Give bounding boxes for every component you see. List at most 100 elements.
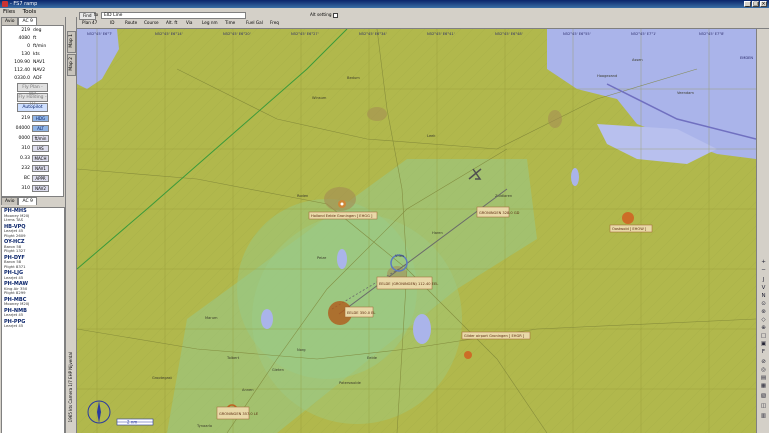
svg-text:N52°45' E6°34': N52°45' E6°34' bbox=[359, 32, 387, 36]
alt-setting-checkbox[interactable] bbox=[332, 12, 338, 18]
ias-button[interactable]: IAS bbox=[32, 144, 49, 152]
vs-button[interactable]: ft/min bbox=[32, 134, 49, 142]
lake-small bbox=[413, 314, 431, 344]
col-leg[interactable]: Leg nm bbox=[199, 20, 221, 26]
list-item[interactable]: OY-HCZ Baron 58 Plight 1327 bbox=[2, 239, 64, 255]
list-tab-avio[interactable]: Avio bbox=[1, 197, 19, 205]
ap-vs-row: 0000 ft/min bbox=[2, 133, 63, 143]
layer-toggle-icon[interactable]: ▧ bbox=[760, 393, 767, 400]
list-item[interactable]: PH-LJG Learjet 45 bbox=[2, 270, 64, 281]
menu-tools[interactable]: Tools bbox=[20, 8, 40, 17]
map-view[interactable]: 2 nm N52°45' E6°7' N52°45' E6°14' N52°45… bbox=[77, 29, 756, 433]
menu-files[interactable]: Files bbox=[0, 8, 18, 17]
svg-text:Marum: Marum bbox=[205, 316, 218, 320]
svg-text:Winsum: Winsum bbox=[312, 96, 327, 100]
ap-hdg-row: 219 HDG bbox=[2, 113, 63, 123]
svg-text:Assen: Assen bbox=[632, 58, 643, 62]
layer-toggle-icon[interactable]: ⊕ bbox=[760, 325, 767, 332]
autopilot-button[interactable]: Autopilot bbox=[17, 103, 48, 112]
hdg-button[interactable]: HDG bbox=[32, 114, 49, 122]
ap-nav2-row: 310 NAV2 bbox=[2, 183, 63, 193]
layer-toggle-icon[interactable]: ▣ bbox=[760, 341, 767, 348]
mach-button[interactable]: MACH bbox=[32, 154, 49, 162]
tab-map-2[interactable]: Map 2 bbox=[67, 54, 76, 76]
layer-toggle-icon[interactable]: F bbox=[760, 349, 767, 356]
svg-text:Haren: Haren bbox=[432, 231, 443, 235]
fly-plan-button[interactable]: Fly Plan - WP bbox=[17, 83, 48, 97]
town-area bbox=[548, 110, 562, 128]
airport-icon[interactable] bbox=[622, 212, 634, 224]
list-item[interactable]: PH-MHS Mooney M20J Ltrms TAS bbox=[2, 208, 64, 224]
svg-text:N52°45' E6°7': N52°45' E6°7' bbox=[87, 32, 112, 36]
list-item[interactable]: PH-DYF Baron 58 Plight 8371 bbox=[2, 255, 64, 271]
ap-alt-row: 04000 ALT bbox=[2, 123, 63, 133]
aircraft-list[interactable]: PH-MHS Mooney M20J Ltrms TAS HB-VPQ Learjet… bbox=[1, 207, 65, 433]
list-item[interactable]: PH-MBC Mooney M20J bbox=[2, 297, 64, 308]
plan-value: 47 bbox=[92, 20, 98, 25]
layer-toggle-icon[interactable]: J bbox=[760, 277, 767, 284]
col-route[interactable]: Route bbox=[122, 20, 140, 26]
zoom-in-icon[interactable]: + bbox=[760, 259, 767, 266]
layer-toggle-icon[interactable]: ▦ bbox=[760, 383, 767, 390]
svg-text:N52°45' E6°55': N52°45' E6°55' bbox=[563, 32, 591, 36]
close-icon[interactable]: × bbox=[760, 1, 767, 7]
col-via[interactable]: Via bbox=[183, 20, 196, 26]
col-id[interactable]: ID bbox=[107, 20, 117, 26]
svg-text:Zuidlaren: Zuidlaren bbox=[495, 194, 512, 198]
list-item[interactable]: PH-MAW King Air 350 Plight 8299 bbox=[2, 281, 64, 297]
eid-line-input[interactable]: EID Line bbox=[101, 12, 246, 19]
svg-text:Annen: Annen bbox=[242, 388, 254, 392]
list-tabs: Avio AC 9 bbox=[0, 197, 37, 205]
svg-text:N52°45' E6°48': N52°45' E6°48' bbox=[495, 32, 523, 36]
zoom-out-icon[interactable]: − bbox=[760, 267, 767, 274]
list-item[interactable]: PH-NMB Learjet 45 bbox=[2, 308, 64, 319]
oostwold-label: Oostwold [ EHOW ] bbox=[612, 227, 647, 231]
layer-toggle-icon[interactable]: ▤ bbox=[760, 375, 767, 382]
heading-row: 219 deg bbox=[21, 27, 42, 33]
layer-toggle-icon[interactable]: ◎ bbox=[760, 367, 767, 374]
col-fuel[interactable]: Fuel Gal bbox=[243, 20, 266, 26]
layer-toggle-icon[interactable]: ⊛ bbox=[760, 309, 767, 316]
map-canvas[interactable]: 2 nm N52°45' E6°7' N52°45' E6°14' N52°45… bbox=[77, 29, 756, 433]
nav1-button[interactable]: NAV1 bbox=[32, 164, 49, 172]
appr-button[interactable]: APPR bbox=[32, 174, 49, 182]
col-freq[interactable]: Freq bbox=[267, 20, 282, 26]
tab-ac[interactable]: AC 9 bbox=[18, 17, 37, 25]
tab-map-1[interactable]: Map 1 bbox=[67, 31, 76, 53]
layer-toggle-icon[interactable]: V bbox=[760, 285, 767, 292]
altitude-row: 4080 ft bbox=[18, 35, 37, 41]
svg-text:Eelde: Eelde bbox=[367, 356, 378, 360]
maximize-icon[interactable]: □ bbox=[752, 1, 759, 7]
svg-text:N52°45' E6°41': N52°45' E6°41' bbox=[427, 32, 455, 36]
glider-label: Glider airport Groningen [ EHGR ] bbox=[464, 334, 525, 338]
fly-holding-button[interactable]: Fly Holding - FH bbox=[17, 93, 48, 107]
tab-avio[interactable]: Avio bbox=[1, 17, 19, 25]
svg-text:Norg: Norg bbox=[297, 348, 306, 352]
minimize-icon[interactable]: _ bbox=[744, 1, 751, 7]
col-course[interactable]: Course bbox=[141, 20, 162, 26]
airport-icon[interactable] bbox=[464, 351, 472, 359]
list-tab-ac[interactable]: AC 9 bbox=[18, 197, 37, 205]
layer-toggle-icon[interactable]: N bbox=[760, 293, 767, 300]
layer-toggle-icon[interactable]: ◇ bbox=[760, 317, 767, 324]
alt-button[interactable]: ALT bbox=[32, 124, 49, 132]
svg-text:N52°45' E6°27': N52°45' E6°27' bbox=[291, 32, 319, 36]
layer-toggle-icon[interactable]: □ bbox=[760, 333, 767, 340]
layer-toggle-icon[interactable]: ⊘ bbox=[760, 359, 767, 366]
layer-toggle-icon[interactable]: ⊙ bbox=[760, 301, 767, 308]
lake-small bbox=[261, 309, 273, 329]
list-item[interactable]: HB-VPQ Learjet 45 Plight 2609 bbox=[2, 224, 64, 240]
col-alt[interactable]: Alt. ft bbox=[163, 20, 180, 26]
col-time[interactable]: Time bbox=[222, 20, 238, 26]
list-item[interactable]: PH-PPG Learjet 45 bbox=[2, 319, 64, 330]
nav2-button[interactable]: NAV2 bbox=[32, 184, 49, 192]
left-panel: Avio AC 9 219 deg 4080 ft 0 ft/min 130 kts 1… bbox=[0, 17, 66, 433]
vspeed-row: 0 ft/min bbox=[27, 43, 47, 49]
svg-text:N52°45' E7°8': N52°45' E7°8' bbox=[699, 32, 724, 36]
svg-text:Veendam: Veendam bbox=[677, 91, 694, 95]
scale-label: 2 nm bbox=[127, 420, 137, 425]
layer-toggle-icon[interactable]: ▥ bbox=[760, 413, 767, 420]
ndb-bottom-label: GRONINGEN 357.0 LE bbox=[219, 412, 259, 416]
layer-toggle-icon[interactable]: ◫ bbox=[760, 403, 767, 410]
to-label: to bbox=[94, 12, 99, 17]
